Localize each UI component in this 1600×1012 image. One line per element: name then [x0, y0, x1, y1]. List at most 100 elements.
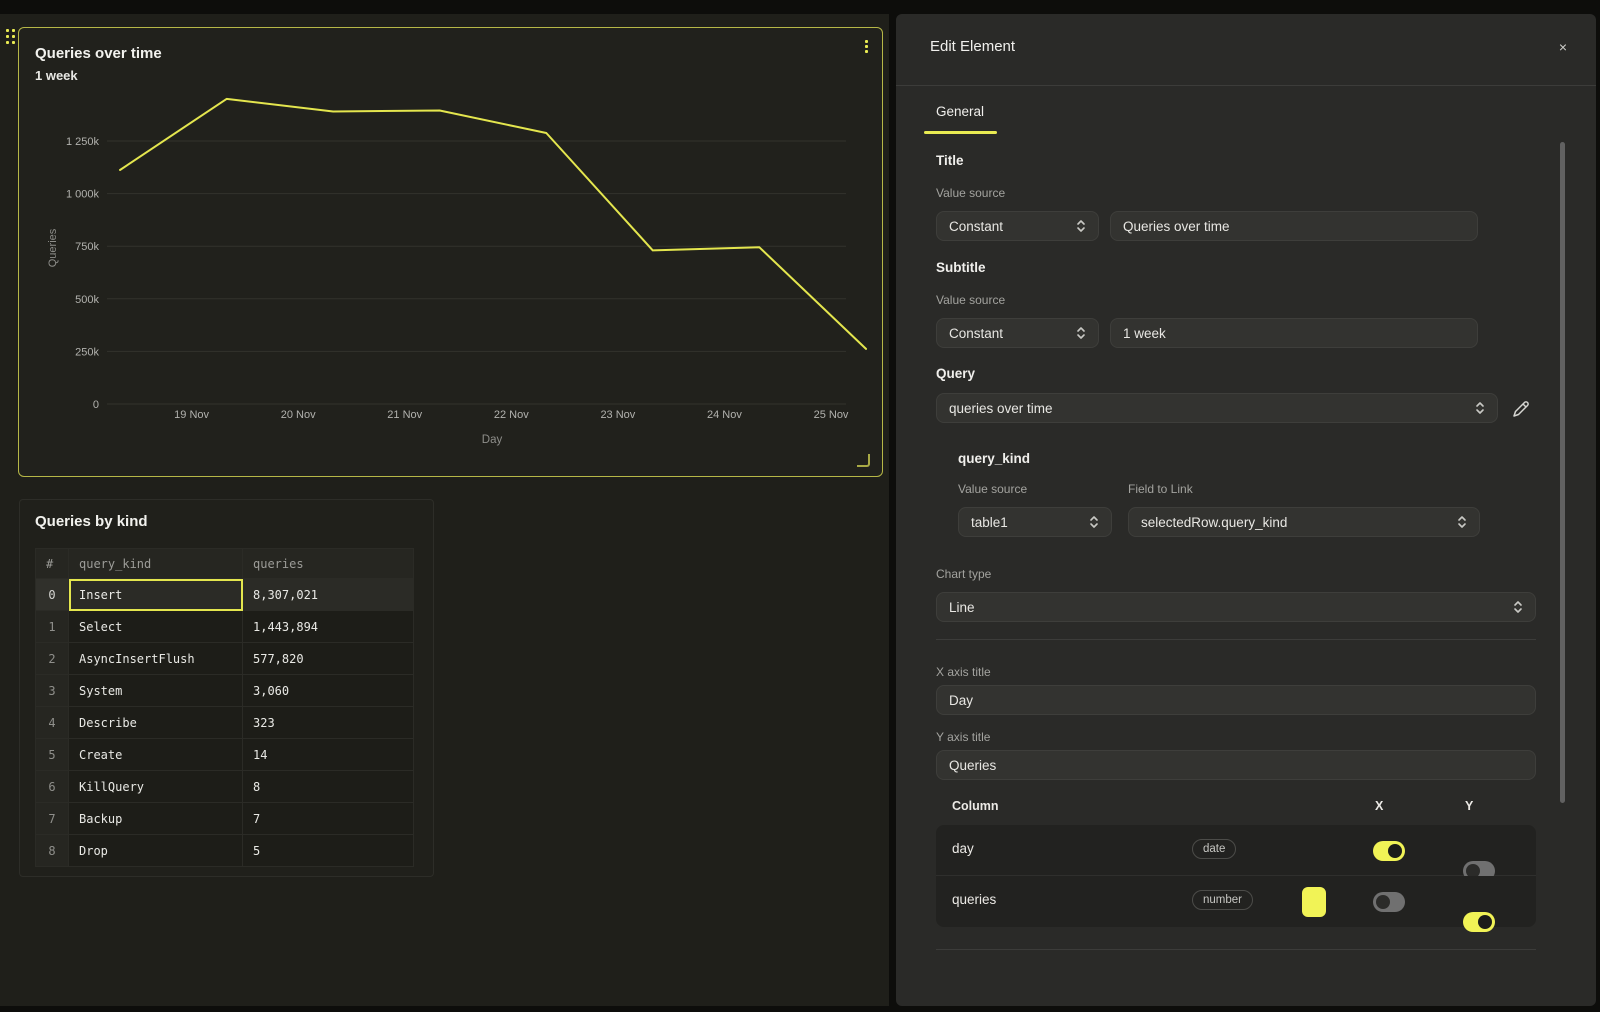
row-index[interactable]: 6	[36, 771, 69, 803]
title-value-source-label: Value source	[936, 186, 1005, 200]
tab-general[interactable]: General	[924, 98, 996, 132]
query-kind-cell[interactable]: Describe	[69, 707, 243, 739]
query-kind-cell[interactable]: Insert	[69, 579, 243, 611]
close-icon[interactable]: ×	[1552, 36, 1574, 58]
row-index[interactable]: 0	[36, 579, 69, 611]
queries-by-kind-table: # query_kind queries 0 Insert 8,307,0211…	[35, 548, 414, 867]
y-axis-title-value: Queries	[949, 758, 996, 773]
chevron-updown-icon	[1076, 218, 1086, 234]
query-kind-cell[interactable]: KillQuery	[69, 771, 243, 803]
col-header-x: X	[1375, 799, 1383, 813]
subtitle-section-label: Subtitle	[936, 260, 986, 275]
chevron-updown-icon	[1457, 514, 1467, 530]
table-row[interactable]: 6 KillQuery 8	[36, 771, 414, 803]
x-axis-toggle[interactable]	[1373, 841, 1405, 861]
table-row[interactable]: 7 Backup 7	[36, 803, 414, 835]
line-chart: 0250k500k750k1 000k1 250k19 Nov20 Nov21 …	[19, 28, 882, 476]
col-header-y: Y	[1465, 799, 1473, 813]
query-kind-cell[interactable]: Select	[69, 611, 243, 643]
svg-text:250k: 250k	[75, 346, 99, 358]
query-kind-cell[interactable]: Backup	[69, 803, 243, 835]
svg-text:Day: Day	[482, 434, 503, 446]
row-index[interactable]: 4	[36, 707, 69, 739]
panel-divider	[889, 14, 896, 1008]
column-row-queries: queries number	[936, 876, 1536, 927]
svg-text:21 Nov: 21 Nov	[387, 409, 422, 421]
field-to-link-label: Field to Link	[1128, 482, 1193, 496]
queries-cell[interactable]: 5	[243, 835, 414, 867]
window-edge	[0, 1006, 1600, 1012]
svg-text:22 Nov: 22 Nov	[494, 409, 529, 421]
chevron-updown-icon	[1089, 514, 1099, 530]
chevron-updown-icon	[1076, 325, 1086, 341]
drag-handle-icon[interactable]	[6, 29, 18, 47]
query-section-label: Query	[936, 366, 975, 381]
queries-cell[interactable]: 323	[243, 707, 414, 739]
chart-type-label: Chart type	[936, 567, 991, 581]
row-index[interactable]: 5	[36, 739, 69, 771]
chart-element-selected[interactable]: Queries over time 1 week 0250k500k750k1 …	[18, 27, 883, 477]
column-row-day: day date	[936, 825, 1536, 876]
header-query-kind: query_kind	[69, 549, 243, 579]
chevron-updown-icon	[1513, 599, 1523, 615]
section-divider	[936, 639, 1536, 640]
row-index[interactable]: 7	[36, 803, 69, 835]
series-color-swatch[interactable]	[1302, 887, 1326, 917]
query-kind-cell[interactable]: System	[69, 675, 243, 707]
queries-cell[interactable]: 8,307,021	[243, 579, 414, 611]
queries-cell[interactable]: 577,820	[243, 643, 414, 675]
title-source-select[interactable]: Constant	[936, 211, 1099, 241]
subtitle-source-select[interactable]: Constant	[936, 318, 1099, 348]
svg-text:750k: 750k	[75, 241, 99, 253]
row-index[interactable]: 8	[36, 835, 69, 867]
resize-handle[interactable]	[857, 454, 870, 467]
row-index[interactable]: 2	[36, 643, 69, 675]
subtitle-source-value: Constant	[949, 326, 1003, 341]
title-value-text: Queries over time	[1123, 219, 1230, 234]
query-kind-cell[interactable]: AsyncInsertFlush	[69, 643, 243, 675]
field-to-link-select[interactable]: selectedRow.query_kind	[1128, 507, 1480, 537]
subtitle-value-input[interactable]: 1 week	[1110, 318, 1478, 348]
svg-text:20 Nov: 20 Nov	[281, 409, 316, 421]
svg-text:1 000k: 1 000k	[66, 189, 100, 201]
table-row[interactable]: 8 Drop 5	[36, 835, 414, 867]
table-row[interactable]: 2 AsyncInsertFlush 577,820	[36, 643, 414, 675]
query-kind-cell[interactable]: Create	[69, 739, 243, 771]
svg-text:25 Nov: 25 Nov	[814, 409, 849, 421]
y-axis-title-input[interactable]: Queries	[936, 750, 1536, 780]
query-kind-value-source-label: Value source	[958, 482, 1027, 496]
chart-type-select[interactable]: Line	[936, 592, 1536, 622]
svg-text:24 Nov: 24 Nov	[707, 409, 742, 421]
table-row[interactable]: 5 Create 14	[36, 739, 414, 771]
row-index[interactable]: 3	[36, 675, 69, 707]
panel-scrollbar[interactable]	[1560, 142, 1565, 803]
query-kind-cell[interactable]: Drop	[69, 835, 243, 867]
col-header-column: Column	[952, 799, 999, 813]
queries-cell[interactable]: 1,443,894	[243, 611, 414, 643]
x-axis-title-value: Day	[949, 693, 973, 708]
title-source-value: Constant	[949, 219, 1003, 234]
query-select[interactable]: queries over time	[936, 393, 1498, 423]
query-kind-label: query_kind	[958, 451, 1030, 466]
table-row[interactable]: 3 System 3,060	[36, 675, 414, 707]
table-row[interactable]: 0 Insert 8,307,021	[36, 579, 414, 611]
edit-pencil-icon[interactable]	[1510, 398, 1532, 420]
query-kind-source-select[interactable]: table1	[958, 507, 1112, 537]
x-axis-title-input[interactable]: Day	[936, 685, 1536, 715]
table-row[interactable]: 4 Describe 323	[36, 707, 414, 739]
queries-cell[interactable]: 14	[243, 739, 414, 771]
x-axis-toggle[interactable]	[1373, 892, 1405, 912]
queries-cell[interactable]: 3,060	[243, 675, 414, 707]
queries-cell[interactable]: 7	[243, 803, 414, 835]
queries-cell[interactable]: 8	[243, 771, 414, 803]
table-row[interactable]: 1 Select 1,443,894	[36, 611, 414, 643]
table-element[interactable]: Queries by kind # query_kind queries 0 I…	[19, 499, 434, 877]
panel-title: Edit Element	[930, 38, 1015, 55]
title-section-label: Title	[936, 153, 964, 168]
title-value-input[interactable]: Queries over time	[1110, 211, 1478, 241]
y-axis-toggle[interactable]	[1463, 912, 1495, 932]
subtitle-value-text: 1 week	[1123, 326, 1166, 341]
header-divider	[896, 85, 1596, 86]
svg-text:0: 0	[93, 399, 99, 411]
row-index[interactable]: 1	[36, 611, 69, 643]
